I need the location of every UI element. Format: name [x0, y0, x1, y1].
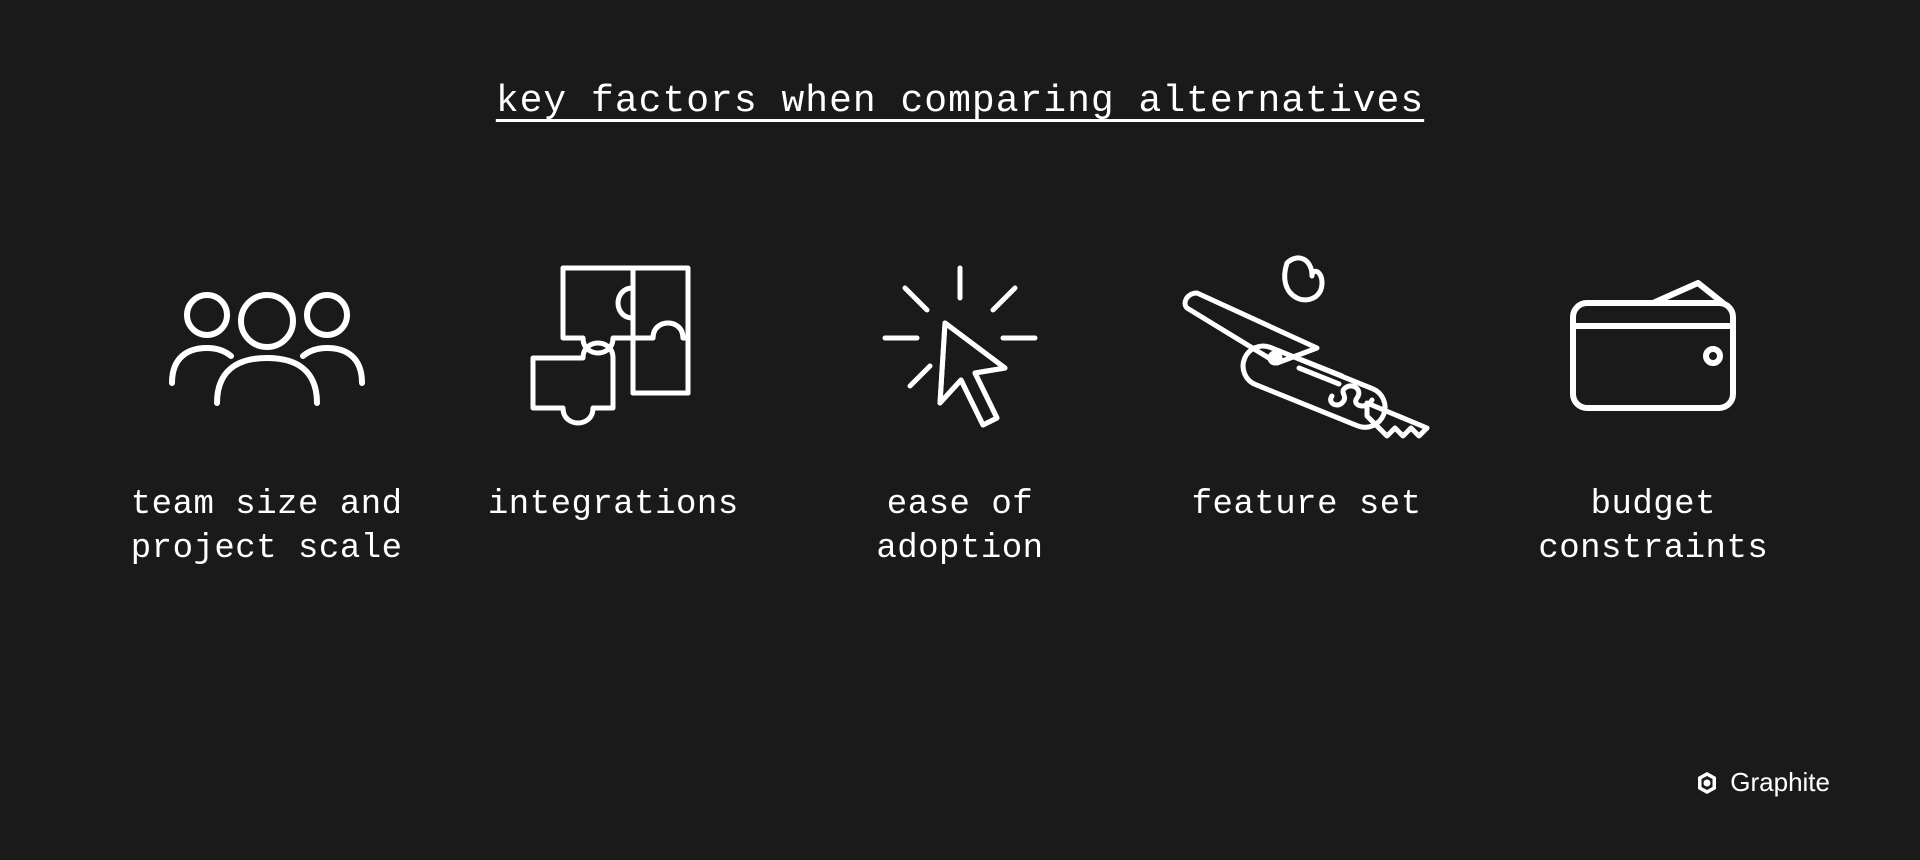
- people-icon: [157, 253, 377, 443]
- factor-feature-set: feature set: [1147, 253, 1467, 527]
- factor-team-size: team size and project scale: [107, 253, 427, 571]
- factor-budget-constraints: budget constraints: [1493, 253, 1813, 571]
- cursor-click-icon: [875, 253, 1045, 443]
- brand-mark: Graphite: [1694, 767, 1830, 798]
- page-title: key factors when comparing alternatives: [0, 0, 1920, 123]
- swiss-knife-icon: [1167, 253, 1447, 443]
- brand-name: Graphite: [1730, 767, 1830, 798]
- factor-label: team size and project scale: [107, 483, 427, 571]
- factor-label: integrations: [488, 483, 739, 527]
- factors-row: team size and project scale integrations: [0, 253, 1920, 571]
- graphite-logo-icon: [1694, 770, 1720, 796]
- wallet-icon: [1558, 253, 1748, 443]
- factor-label: feature set: [1192, 483, 1422, 527]
- factor-ease-of-adoption: ease of adoption: [800, 253, 1120, 571]
- factor-label: ease of adoption: [800, 483, 1120, 571]
- factor-label: budget constraints: [1493, 483, 1813, 571]
- factor-integrations: integrations: [453, 253, 773, 527]
- puzzle-icon: [518, 253, 708, 443]
